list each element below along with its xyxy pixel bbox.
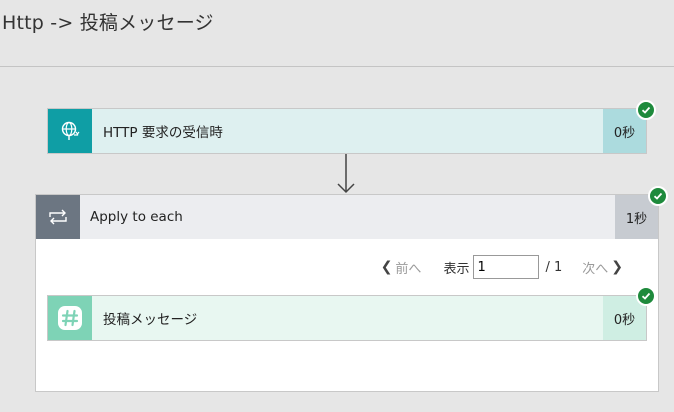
trigger-step-card[interactable]: HTTP 要求の受信時 0秒 bbox=[47, 108, 647, 154]
action-icon-box bbox=[48, 296, 92, 340]
loop-icon bbox=[49, 209, 67, 225]
check-icon bbox=[648, 186, 668, 206]
page-total: / 1 bbox=[545, 259, 563, 275]
http-globe-icon bbox=[61, 121, 80, 140]
show-label: 表示 bbox=[443, 261, 470, 277]
prev-label: 前へ bbox=[395, 261, 422, 277]
check-icon bbox=[636, 100, 656, 120]
loop-icon-box bbox=[36, 195, 80, 239]
page-title: Http -> 投稿メッセージ bbox=[2, 12, 214, 34]
page-number-input[interactable] bbox=[473, 255, 540, 279]
apply-to-each-container: Apply to each 1秒 ❮ 前へ 表示 / 1 次へ ❯ bbox=[35, 194, 659, 392]
slack-hash-icon bbox=[58, 306, 82, 330]
prev-iteration-button[interactable]: ❮ 前へ bbox=[378, 258, 422, 277]
chevron-left-icon: ❮ bbox=[380, 259, 393, 275]
iteration-pager: ❮ 前へ 表示 / 1 次へ ❯ bbox=[378, 255, 626, 279]
apply-to-each-label: Apply to each bbox=[90, 209, 183, 225]
apply-to-each-header[interactable]: Apply to each 1秒 bbox=[36, 195, 658, 239]
next-iteration-button[interactable]: 次へ ❯ bbox=[582, 258, 626, 277]
trigger-icon-box bbox=[48, 109, 92, 153]
down-arrow-icon bbox=[337, 154, 355, 194]
next-label: 次へ bbox=[582, 261, 609, 277]
chevron-right-icon: ❯ bbox=[611, 259, 623, 275]
check-icon bbox=[636, 286, 656, 306]
header-divider bbox=[0, 66, 674, 67]
post-message-step-card[interactable]: 投稿メッセージ 0秒 bbox=[47, 295, 647, 341]
trigger-label: HTTP 要求の受信時 bbox=[103, 125, 223, 141]
post-message-label: 投稿メッセージ bbox=[103, 312, 198, 328]
